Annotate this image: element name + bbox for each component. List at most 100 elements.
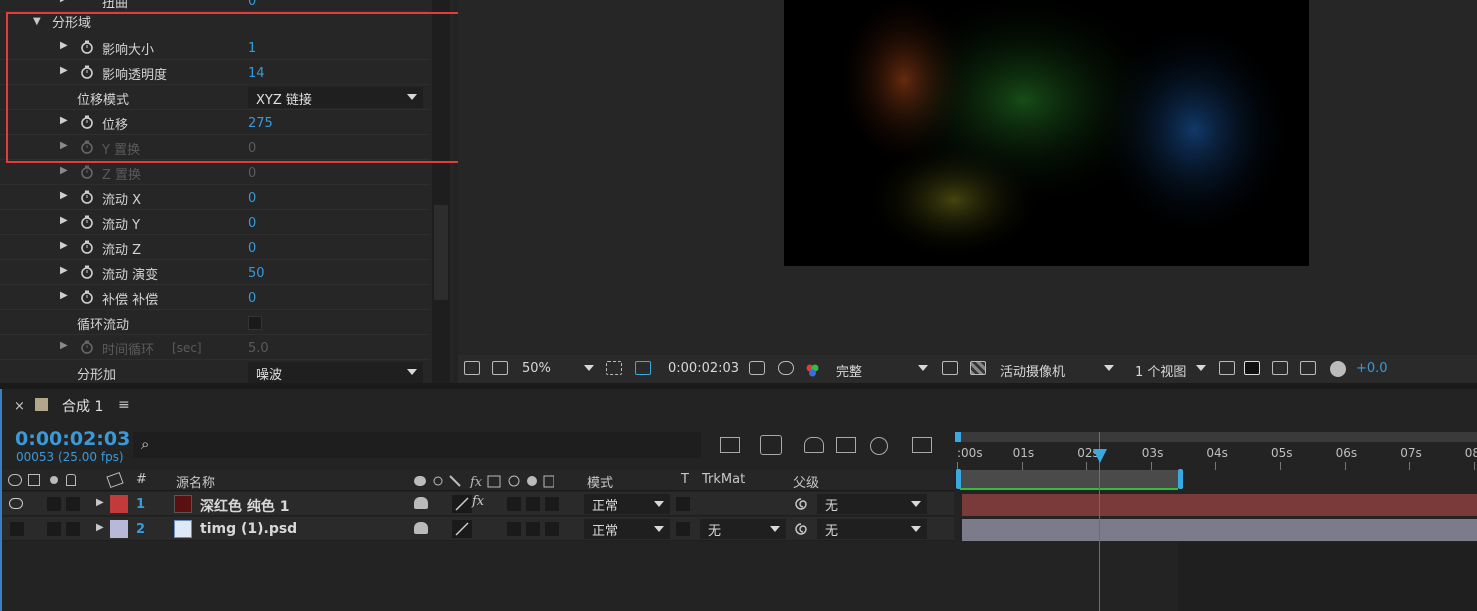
header-trkmat[interactable]: TrkMat: [702, 472, 745, 487]
shy-switch-icon[interactable]: [414, 522, 428, 534]
stopwatch-icon[interactable]: [80, 265, 94, 279]
chevron-down-icon[interactable]: [1104, 365, 1114, 371]
param-checkbox[interactable]: [248, 316, 262, 330]
expand-arrow-icon[interactable]: ▶: [96, 497, 104, 508]
expand-arrow-icon[interactable]: ▶: [96, 522, 104, 533]
param-row[interactable]: 分形加 噪波: [0, 360, 430, 383]
current-time-display[interactable]: 0:00:02:03: [668, 361, 739, 376]
stopwatch-icon[interactable]: [80, 340, 94, 354]
label-color-swatch[interactable]: [110, 495, 128, 513]
effects-scrollbar-thumb[interactable]: [434, 205, 448, 300]
graph-editor-icon[interactable]: [912, 437, 932, 453]
work-area-bar[interactable]: [958, 470, 1182, 488]
frame-blending-icon[interactable]: [836, 437, 856, 453]
parent-select[interactable]: 无: [817, 494, 927, 514]
param-row[interactable]: ▶ 流动 演变 50: [0, 260, 430, 285]
quality-switch[interactable]: [452, 495, 472, 513]
expand-arrow-icon[interactable]: ▶: [60, 190, 68, 201]
expand-arrow-icon[interactable]: ▶: [60, 290, 68, 301]
solo-toggle[interactable]: [47, 497, 61, 511]
exposure-value[interactable]: +0.0: [1356, 361, 1388, 376]
param-row[interactable]: ▶ 补偿 补偿 0: [0, 285, 430, 310]
switch-box[interactable]: [507, 497, 521, 511]
param-row[interactable]: ▶ 流动 Z 0: [0, 235, 430, 260]
solo-toggle[interactable]: [47, 522, 61, 536]
audio-icon[interactable]: [28, 474, 40, 486]
expand-arrow-icon[interactable]: ▶: [60, 265, 68, 276]
switch-box[interactable]: [545, 522, 559, 536]
blend-mode-select[interactable]: 正常: [584, 494, 670, 514]
param-value[interactable]: 50: [248, 266, 265, 281]
param-row[interactable]: ▶ 流动 Y 0: [0, 210, 430, 235]
layer-1-duration-bar[interactable]: [962, 494, 1477, 516]
quality-switch[interactable]: [452, 520, 472, 538]
stopwatch-icon[interactable]: [80, 215, 94, 229]
chevron-down-icon[interactable]: [918, 365, 928, 371]
expand-arrow-icon[interactable]: ▶: [60, 215, 68, 226]
eye-icon[interactable]: [8, 474, 22, 486]
param-value[interactable]: 0: [248, 216, 256, 231]
layer-name[interactable]: timg (1).psd: [200, 521, 297, 537]
timeline-timecode[interactable]: 0:00:02:03: [15, 428, 130, 450]
label-color-swatch[interactable]: [110, 520, 128, 538]
tab-composition-1[interactable]: 合成 1: [62, 396, 103, 416]
flowchart-icon[interactable]: [1300, 361, 1316, 375]
lock-toggle[interactable]: [66, 497, 80, 511]
preserve-transparency-toggle[interactable]: [676, 522, 690, 536]
panel-menu-icon[interactable]: ≡: [118, 397, 130, 413]
region-of-interest-icon[interactable]: [606, 361, 622, 375]
param-row[interactable]: ▶ 时间循环 [sec] 5.0: [0, 335, 430, 360]
snapshot-region-icon[interactable]: [464, 361, 480, 375]
layer-2-duration-bar[interactable]: [962, 519, 1477, 541]
trkmat-select[interactable]: 无: [700, 519, 786, 539]
param-value[interactable]: 5.0: [248, 341, 269, 356]
layer-row[interactable]: ▶ 2 timg (1).psd 正常 无 无: [2, 517, 954, 541]
expand-arrow-icon[interactable]: ▶: [60, 165, 68, 176]
param-value[interactable]: 0: [248, 191, 256, 206]
shy-layers-icon[interactable]: [804, 437, 824, 453]
fast-draft-icon[interactable]: [1244, 361, 1260, 375]
zoom-select[interactable]: 50%: [522, 361, 551, 376]
lock-icon[interactable]: [66, 474, 76, 486]
fx-switch[interactable]: fx: [472, 494, 484, 509]
switch-box[interactable]: [526, 522, 540, 536]
work-area-end-handle[interactable]: [1178, 469, 1183, 489]
expand-arrow-icon[interactable]: ▶: [60, 340, 68, 351]
parent-select[interactable]: 无: [817, 519, 927, 539]
param-row[interactable]: ▶ Z 置换 0: [0, 160, 430, 185]
toggle-pixel-aspect-icon[interactable]: [1219, 361, 1235, 375]
timeline-icon[interactable]: [1272, 361, 1288, 375]
stopwatch-icon[interactable]: [80, 290, 94, 304]
layer-name[interactable]: 深红色 纯色 1: [200, 496, 290, 516]
expand-arrow-icon[interactable]: ▶: [60, 0, 68, 4]
transparency-grid-icon[interactable]: [970, 361, 986, 375]
header-mode[interactable]: 模式: [587, 472, 613, 491]
color-channels-icon[interactable]: [805, 363, 819, 377]
shy-switch-icon[interactable]: [414, 497, 428, 509]
switch-box[interactable]: [545, 497, 559, 511]
view-layout-select[interactable]: 1 个视图: [1135, 361, 1186, 380]
header-source-name[interactable]: 源名称: [176, 472, 215, 491]
switch-box[interactable]: [526, 497, 540, 511]
stopwatch-icon[interactable]: [80, 165, 94, 179]
playhead-handle[interactable]: [1093, 449, 1107, 463]
blend-mode-select[interactable]: 正常: [584, 519, 670, 539]
param-value[interactable]: 0: [248, 241, 256, 256]
visibility-eye-icon[interactable]: [9, 498, 23, 509]
composition-canvas[interactable]: [784, 0, 1309, 266]
layer-row[interactable]: ▶ 1 深红色 纯色 1 fx 正常 无: [2, 492, 954, 516]
time-navigator-bar[interactable]: [957, 432, 1477, 442]
solo-icon[interactable]: [50, 476, 58, 484]
preserve-transparency-toggle[interactable]: [676, 497, 690, 511]
motion-blur-icon[interactable]: [870, 437, 888, 455]
switches-header-icons[interactable]: fx: [414, 474, 555, 490]
fast-preview-icon[interactable]: [942, 361, 958, 375]
pickwhip-icon[interactable]: [794, 522, 808, 536]
lock-toggle[interactable]: [66, 522, 80, 536]
composition-flowchart-icon[interactable]: [720, 437, 740, 453]
param-value[interactable]: 0: [248, 291, 256, 306]
pickwhip-icon[interactable]: [794, 497, 808, 511]
stopwatch-icon[interactable]: [80, 240, 94, 254]
mask-path-icon[interactable]: [635, 361, 651, 375]
work-area-start-handle[interactable]: [956, 469, 961, 489]
